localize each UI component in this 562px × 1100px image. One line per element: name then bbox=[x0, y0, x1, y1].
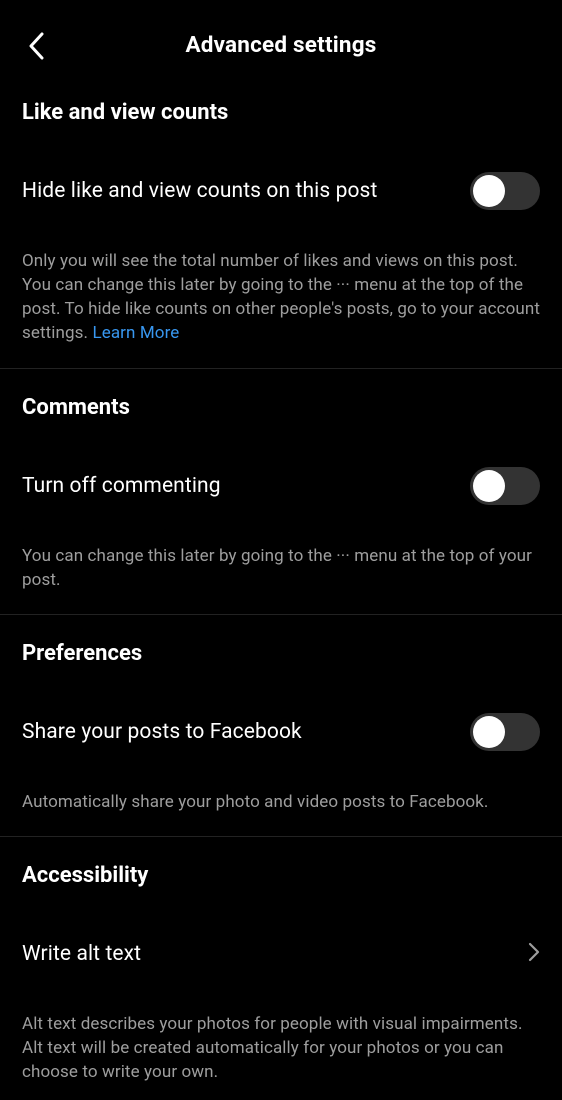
toggle-knob bbox=[473, 470, 505, 502]
toggle-label-commenting: Turn off commenting bbox=[22, 474, 221, 498]
description-share-facebook: Automatically share your photo and video… bbox=[0, 790, 562, 814]
row-hide-likes: Hide like and view counts on this post bbox=[0, 167, 562, 215]
row-share-facebook: Share your posts to Facebook bbox=[0, 708, 562, 756]
learn-more-link[interactable]: Learn More bbox=[92, 323, 179, 343]
section-title-accessibility: Accessibility bbox=[0, 849, 562, 896]
toggle-knob bbox=[473, 716, 505, 748]
row-label-alt-text: Write alt text bbox=[22, 942, 141, 966]
toggle-label-share-facebook: Share your posts to Facebook bbox=[22, 720, 302, 744]
toggle-commenting[interactable] bbox=[470, 467, 540, 505]
toggle-hide-likes[interactable] bbox=[470, 172, 540, 210]
row-turn-off-commenting: Turn off commenting bbox=[0, 462, 562, 510]
section-title-likes: Like and view counts bbox=[0, 86, 562, 133]
chevron-right-icon bbox=[528, 942, 540, 966]
header: Advanced settings bbox=[0, 0, 562, 86]
chevron-left-icon bbox=[28, 32, 44, 60]
section-title-comments: Comments bbox=[0, 381, 562, 428]
toggle-share-facebook[interactable] bbox=[470, 713, 540, 751]
row-write-alt-text[interactable]: Write alt text bbox=[0, 930, 562, 978]
back-button[interactable] bbox=[22, 32, 50, 60]
toggle-knob bbox=[473, 175, 505, 207]
page-title: Advanced settings bbox=[22, 32, 540, 58]
description-alt-text: Alt text describes your photos for peopl… bbox=[0, 1012, 562, 1084]
description-hide-likes: Only you will see the total number of li… bbox=[0, 249, 562, 346]
description-commenting: You can change this later by going to th… bbox=[0, 544, 562, 592]
toggle-label-hide-likes: Hide like and view counts on this post bbox=[22, 179, 377, 203]
section-title-preferences: Preferences bbox=[0, 627, 562, 674]
